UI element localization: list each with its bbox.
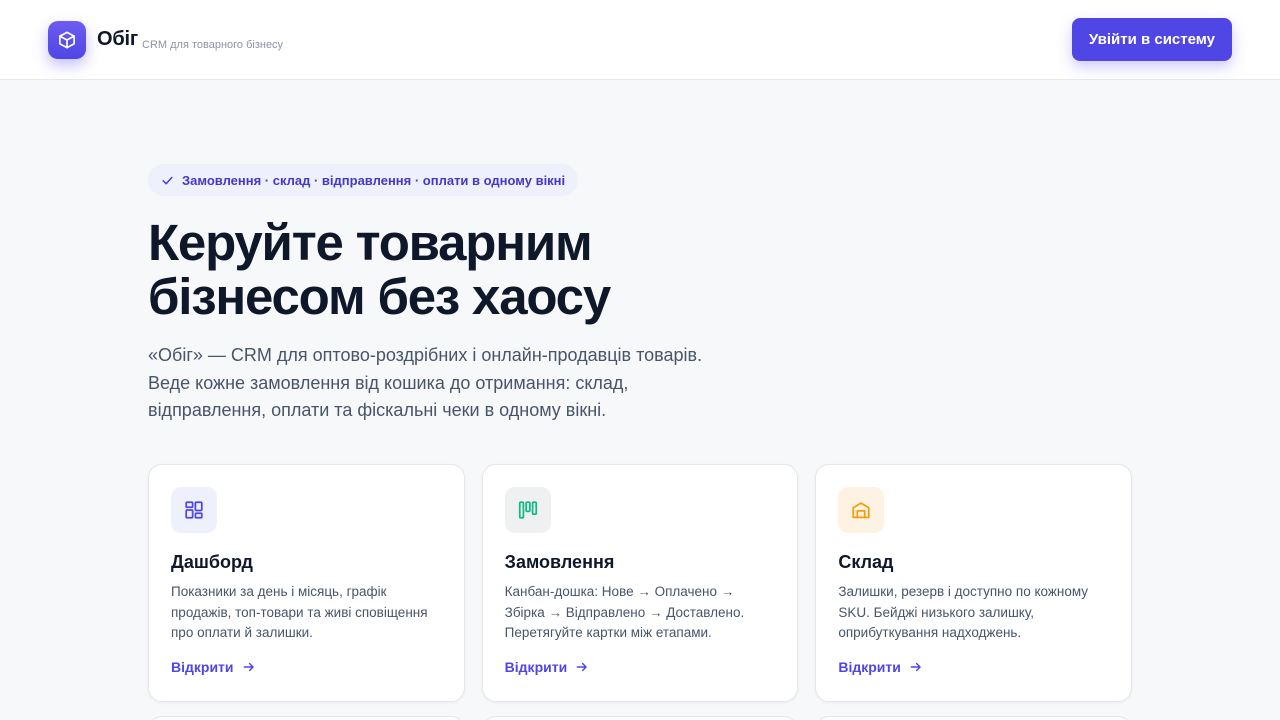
open-dashboard-link[interactable]: Відкрити (171, 659, 256, 675)
dashboard-icon (171, 487, 217, 533)
brand-name: Обіг (97, 28, 138, 50)
kanban-icon (504, 487, 551, 533)
card-title: Дашборд (171, 552, 253, 572)
open-warehouse-link[interactable]: Відкрити (838, 659, 923, 675)
hero-description-line3: відправлення, оплати та фіскальні чеки в… (148, 400, 607, 420)
warehouse-icon (838, 487, 885, 533)
card-link-label: Відкрити (504, 659, 568, 675)
brand-tagline: CRM для товарного бізнесу (142, 39, 284, 51)
hero-title: Керуйте товарним бізнесом без хаосу (148, 216, 848, 324)
card-description: Показники за день і місяць, графік прода… (171, 584, 428, 640)
feature-cards: Дашборд Показники за день і місяць, граф… (148, 464, 1133, 702)
card-title: Склад (838, 552, 894, 572)
card-dashboard[interactable]: Дашборд Показники за день і місяць, граф… (148, 464, 465, 702)
arrow-right-icon (576, 662, 587, 672)
card-link-label: Відкрити (171, 659, 234, 675)
feature-badge-text: Замовлення · склад · відправлення · опла… (182, 172, 566, 188)
card-description: Залишки, резерв і доступно по кожному SK… (838, 584, 1089, 640)
top-header: Обіг CRM для товарного бізнесу Увійти в … (0, 0, 1280, 80)
arrow-right-icon (910, 662, 921, 672)
hero-description-line1: «Обіг» — CRM для оптово-роздрібних і онл… (148, 345, 703, 365)
card-title: Замовлення (504, 552, 615, 572)
box-logo-icon (48, 20, 86, 59)
brand[interactable]: Обіг CRM для товарного бізнесу (48, 20, 284, 59)
hero-title-line2: бізнесом без хаосу (148, 268, 611, 325)
login-button[interactable]: Увійти в систему (1071, 18, 1232, 61)
card-link-label: Відкрити (838, 659, 901, 675)
card-orders[interactable]: Замовлення Канбан-дошка: Нове → Оплачено… (481, 464, 799, 702)
feature-cards-row2 (148, 716, 1133, 720)
hero-title-line1: Керуйте товарним (148, 214, 593, 271)
card-description: Канбан-дошка: Нове → Оплачено → Збірка →… (504, 584, 745, 640)
card-warehouse[interactable]: Склад Залишки, резерв і доступно по кожн… (815, 464, 1133, 702)
card-partial[interactable] (815, 716, 1133, 720)
hero-description-line2: Веде кожне замовлення від кошика до отри… (148, 372, 629, 393)
arrow-right-icon (243, 662, 254, 672)
check-icon (162, 176, 173, 184)
card-partial[interactable] (481, 716, 799, 720)
feature-badge: Замовлення · склад · відправлення · опла… (148, 164, 579, 196)
open-orders-link[interactable]: Відкрити (505, 659, 590, 675)
card-partial[interactable] (148, 716, 465, 720)
hero-description: «Обіг» — CRM для оптово-роздрібних і онл… (148, 342, 768, 425)
